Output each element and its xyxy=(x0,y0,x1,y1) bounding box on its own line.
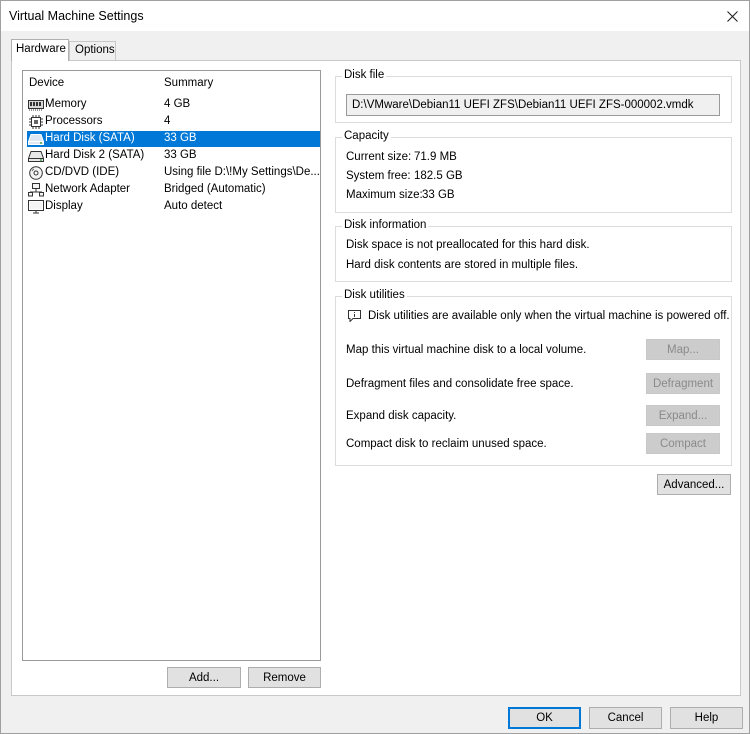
close-button[interactable] xyxy=(715,1,749,31)
cancel-button[interactable]: Cancel xyxy=(589,707,662,729)
system-free-label: System free: xyxy=(346,170,411,182)
device-list[interactable]: Device Summary Memory 4 GB Processors 4 xyxy=(22,70,321,661)
device-name: Hard Disk 2 (SATA) xyxy=(45,149,145,161)
display-icon xyxy=(28,200,44,214)
cancel-button-label: Cancel xyxy=(607,712,644,724)
remove-device-button[interactable]: Remove xyxy=(248,667,321,688)
device-name: CD/DVD (IDE) xyxy=(45,166,120,178)
device-name: Network Adapter xyxy=(45,183,131,195)
device-list-header: Device Summary xyxy=(23,77,320,93)
help-button-label: Help xyxy=(694,712,719,724)
defragment-button-label: Defragment xyxy=(652,377,714,390)
device-row-network-adapter[interactable]: Network Adapter Bridged (Automatic) xyxy=(27,182,320,198)
hard-disk-icon xyxy=(28,150,44,163)
add-device-button-label: Add... xyxy=(188,671,220,684)
add-device-button[interactable]: Add... xyxy=(167,667,241,688)
disk-file-path-field[interactable]: D:\VMware\Debian11 UEFI ZFS\Debian11 UEF… xyxy=(346,94,720,116)
tab-options-label: Options xyxy=(75,44,115,56)
device-name: Processors xyxy=(45,115,103,127)
ok-button[interactable]: OK xyxy=(508,707,581,729)
capacity-legend: Capacity xyxy=(342,130,391,142)
device-summary: Auto detect xyxy=(164,200,223,212)
device-name: Memory xyxy=(45,98,87,110)
device-row-cd-dvd-ide[interactable]: CD/DVD (IDE) Using file D:\!My Settings\… xyxy=(27,165,320,181)
device-row-display[interactable]: Display Auto detect xyxy=(27,199,320,215)
device-summary: 33 GB xyxy=(164,132,197,144)
virtual-machine-settings-window: Virtual Machine Settings Hardware Option… xyxy=(0,0,750,734)
close-icon xyxy=(726,10,738,22)
device-name: Hard Disk (SATA) xyxy=(45,132,135,144)
network-adapter-icon xyxy=(28,183,44,197)
disk-utilities-group: Disk utilities Disk utilities are availa… xyxy=(335,289,732,466)
memory-icon xyxy=(28,99,44,112)
device-row-memory[interactable]: Memory 4 GB xyxy=(27,97,320,113)
cd-dvd-icon xyxy=(28,166,44,180)
window-title: Virtual Machine Settings xyxy=(9,9,144,23)
column-header-device[interactable]: Device xyxy=(29,77,64,89)
title-bar[interactable]: Virtual Machine Settings xyxy=(1,1,749,31)
expand-button[interactable]: Expand... xyxy=(646,405,720,426)
advanced-button-label: Advanced... xyxy=(663,478,725,491)
disk-utilities-legend: Disk utilities xyxy=(342,289,407,301)
remove-device-button-label: Remove xyxy=(263,671,306,684)
device-row-hard-disk-sata[interactable]: Hard Disk (SATA) 33 GB xyxy=(27,131,320,147)
device-summary: 4 GB xyxy=(164,98,191,110)
advanced-button[interactable]: Advanced... xyxy=(657,474,731,495)
disk-file-legend: Disk file xyxy=(342,69,387,81)
preallocation-info: Disk space is not preallocated for this … xyxy=(346,239,590,251)
column-header-summary[interactable]: Summary xyxy=(164,77,213,89)
expand-description: Expand disk capacity. xyxy=(346,410,457,422)
expand-button-label: Expand... xyxy=(658,409,708,422)
maximum-size-label: Maximum size: xyxy=(346,189,423,201)
maximum-size-value: 33 GB xyxy=(422,189,455,201)
disk-file-group: Disk file D:\VMware\Debian11 UEFI ZFS\De… xyxy=(335,69,732,123)
device-summary: 4 xyxy=(164,115,171,127)
device-summary: Bridged (Automatic) xyxy=(164,183,266,195)
capacity-group: Capacity Current size: 71.9 MB System fr… xyxy=(335,130,732,213)
compact-button-label: Compact xyxy=(659,437,707,450)
tab-hardware-label: Hardware xyxy=(16,43,66,55)
utilities-notice: Disk utilities are available only when t… xyxy=(368,310,730,322)
ok-button-label: OK xyxy=(536,712,553,724)
help-button[interactable]: Help xyxy=(670,707,743,729)
disk-information-legend: Disk information xyxy=(342,219,429,231)
device-row-processors[interactable]: Processors 4 xyxy=(27,114,320,130)
disk-information-group: Disk information Disk space is not preal… xyxy=(335,219,732,282)
device-name: Display xyxy=(45,200,83,212)
defragment-description: Defragment files and consolidate free sp… xyxy=(346,378,574,390)
info-icon xyxy=(348,310,361,325)
current-size-label: Current size: xyxy=(346,151,412,163)
system-free-value: 182.5 GB xyxy=(414,170,463,182)
tab-options[interactable]: Options xyxy=(69,41,116,60)
map-button-label: Map... xyxy=(667,343,699,356)
processor-icon xyxy=(28,115,44,129)
device-summary: 33 GB xyxy=(164,149,197,161)
compact-description: Compact disk to reclaim unused space. xyxy=(346,438,547,450)
compact-button[interactable]: Compact xyxy=(646,433,720,454)
device-row-hard-disk-2-sata[interactable]: Hard Disk 2 (SATA) 33 GB xyxy=(27,148,320,164)
current-size-value: 71.9 MB xyxy=(414,151,457,163)
multiple-files-info: Hard disk contents are stored in multipl… xyxy=(346,259,579,271)
hardware-tab-panel: Device Summary Memory 4 GB Processors 4 xyxy=(11,60,741,696)
defragment-button[interactable]: Defragment xyxy=(646,373,720,394)
map-description: Map this virtual machine disk to a local… xyxy=(346,344,587,356)
map-button[interactable]: Map... xyxy=(646,339,720,360)
device-summary: Using file D:\!My Settings\De... xyxy=(164,166,320,178)
tab-hardware[interactable]: Hardware xyxy=(11,39,69,61)
hard-disk-icon xyxy=(28,133,44,146)
